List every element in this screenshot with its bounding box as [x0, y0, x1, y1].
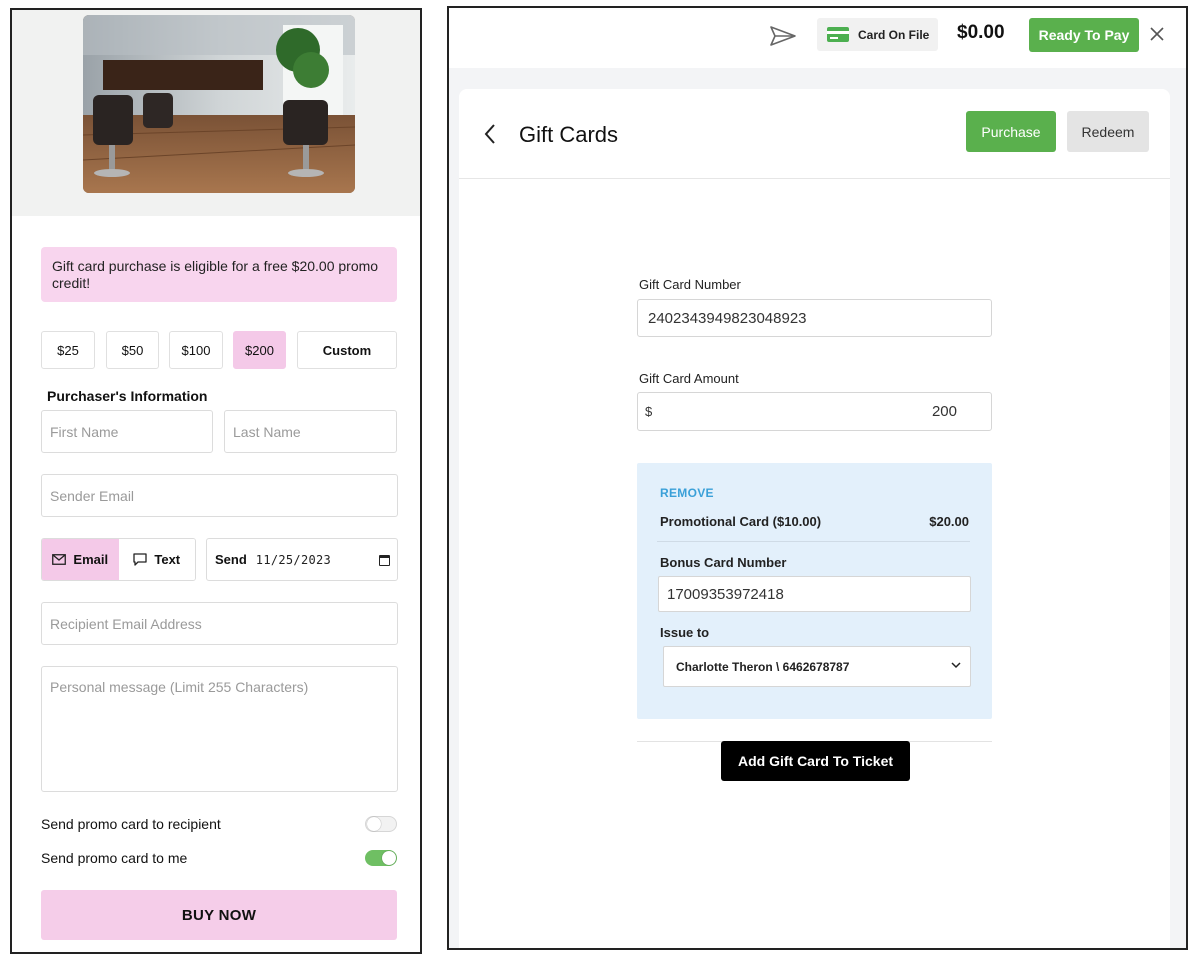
divider [657, 541, 970, 542]
promo-to-me-label: Send promo card to me [41, 850, 188, 866]
send-date-value: 11/25/2023 [255, 552, 332, 567]
remove-bonus-link[interactable]: REMOVE [660, 486, 714, 500]
purchase-tab-button[interactable]: Purchase [966, 111, 1056, 152]
delivery-email-label: Email [73, 552, 109, 567]
personal-message-textarea[interactable]: Personal message (Limit 255 Characters) [41, 666, 398, 792]
bonus-card-section: REMOVE Promotional Card ($10.00) $20.00 … [637, 463, 992, 719]
page-title: Gift Cards [519, 122, 619, 147]
send-date-picker[interactable]: Send 11/25/2023 [206, 538, 398, 581]
promo-to-recipient-label: Send promo card to recipient [41, 816, 221, 832]
redeem-tab-button[interactable]: Redeem [1067, 111, 1149, 152]
delivery-method-toggle: Email Text [41, 538, 196, 581]
send-date-label: Send [215, 552, 247, 567]
buy-now-button[interactable]: BUY NOW [41, 890, 397, 940]
promo-banner: Gift card purchase is eligible for a fre… [41, 247, 397, 302]
issue-to-value: Charlotte Theron \ 6462678787 [676, 659, 850, 674]
send-icon[interactable] [769, 25, 797, 47]
ready-to-pay-button[interactable]: Ready To Pay [1029, 18, 1139, 52]
promo-card-row: Promotional Card ($10.00) $20.00 [660, 514, 969, 529]
balance-amount: $0.00 [957, 22, 1005, 43]
add-gift-card-to-ticket-button[interactable]: Add Gift Card To Ticket [721, 741, 910, 781]
card-on-file-label: Card On File [858, 27, 930, 42]
gift-card-number-input[interactable]: 2402343949823048923 [637, 299, 992, 337]
gift-card-amount-value: 200 [931, 403, 957, 420]
sender-email-input[interactable]: Sender Email [41, 474, 398, 517]
delivery-email-option[interactable]: Email [42, 539, 119, 580]
gift-card-redeem-panel: Card On File $0.00 Ready To Pay Gift Car… [447, 6, 1188, 950]
promo-to-recipient-row: Send promo card to recipient [41, 816, 397, 832]
switch-knob [382, 851, 396, 865]
recipient-email-input[interactable]: Recipient Email Address [41, 602, 398, 645]
delivery-text-option[interactable]: Text [118, 539, 195, 580]
credit-card-icon [827, 27, 849, 42]
checkout-topbar: Card On File $0.00 Ready To Pay [449, 8, 1186, 68]
chat-bubble-icon [133, 553, 148, 566]
currency-symbol: $ [645, 404, 653, 419]
amount-custom-button[interactable]: Custom [297, 331, 397, 369]
bonus-card-number-input[interactable]: 17009353972418 [658, 576, 971, 612]
amount-25-button[interactable]: $25 [41, 331, 95, 369]
promo-to-me-row: Send promo card to me [41, 850, 397, 866]
amount-50-button[interactable]: $50 [106, 331, 159, 369]
gift-cards-header: Gift Cards Purchase Redeem [459, 89, 1170, 179]
promo-to-me-switch[interactable] [365, 850, 397, 866]
last-name-input[interactable]: Last Name [224, 410, 397, 453]
switch-knob [367, 817, 381, 831]
promo-card-value: $20.00 [929, 514, 969, 529]
promo-to-recipient-switch[interactable] [365, 816, 397, 832]
amount-200-button[interactable]: $200 [233, 331, 286, 369]
gift-cards-card: Gift Cards Purchase Redeem Gift Card Num… [459, 89, 1170, 948]
hero-area [12, 10, 420, 216]
gift-card-amount-input[interactable]: $ 200 [637, 392, 992, 431]
bonus-card-number-label: Bonus Card Number [660, 555, 787, 570]
issue-to-label: Issue to [660, 625, 710, 640]
promo-card-name: Promotional Card ($10.00) [660, 514, 822, 529]
purchaser-info-heading: Purchaser's Information [47, 388, 208, 404]
gift-card-amount-label: Gift Card Amount [639, 371, 739, 386]
gift-card-number-label: Gift Card Number [639, 277, 741, 292]
envelope-icon [52, 554, 67, 565]
chevron-down-icon [951, 662, 961, 669]
chevron-left-icon[interactable] [483, 123, 497, 145]
first-name-input[interactable]: First Name [41, 410, 213, 453]
delivery-text-label: Text [154, 552, 181, 567]
calendar-icon[interactable] [379, 555, 390, 566]
card-on-file-button[interactable]: Card On File [817, 18, 938, 51]
issue-to-select[interactable]: Charlotte Theron \ 6462678787 [663, 646, 971, 687]
close-icon[interactable] [1149, 26, 1165, 42]
amount-100-button[interactable]: $100 [169, 331, 223, 369]
salon-photo [83, 15, 355, 193]
gift-card-purchase-form: Gift card purchase is eligible for a fre… [10, 8, 422, 954]
